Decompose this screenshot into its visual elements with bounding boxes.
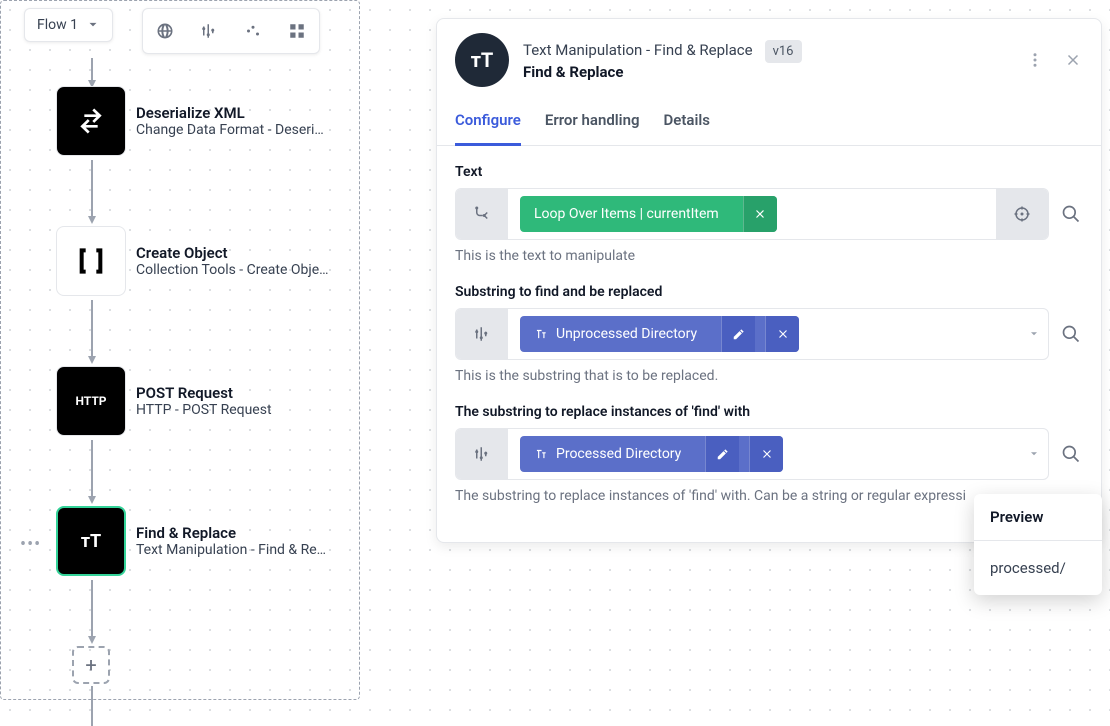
- brackets-icon: [56, 226, 126, 296]
- node-title: Find & Replace: [136, 524, 326, 542]
- flow-arrow: [88, 686, 96, 726]
- flow-arrow: [88, 300, 96, 364]
- panel-title: Find & Replace: [523, 63, 1011, 81]
- node-title: POST Request: [136, 384, 272, 402]
- edit-icon[interactable]: [705, 436, 739, 472]
- field-help: This is the text to manipulate: [455, 248, 1083, 264]
- tab-configure[interactable]: Configure: [455, 101, 521, 146]
- text-input[interactable]: Loop Over Items | currentItem: [455, 188, 1049, 240]
- field-text: Text Loop Over Items | currentItem: [455, 164, 1083, 264]
- close-button[interactable]: [1063, 50, 1083, 70]
- target-icon[interactable]: [996, 189, 1048, 239]
- http-icon: HTTP: [56, 366, 126, 436]
- search-icon[interactable]: [1059, 202, 1083, 226]
- node-deserialize-xml[interactable]: Deserialize XML Change Data Format - Des…: [56, 86, 324, 156]
- preview-popover: Preview processed/: [974, 494, 1102, 595]
- node-subtitle: Change Data Format - Deseri…: [136, 122, 324, 138]
- field-label: The substring to replace instances of 'f…: [455, 404, 1083, 420]
- find-input[interactable]: Unprocessed Directory: [455, 308, 1049, 360]
- text-icon: [534, 447, 548, 461]
- preview-title: Preview: [974, 494, 1102, 541]
- edit-icon[interactable]: [721, 316, 755, 352]
- node-create-object[interactable]: Create Object Collection Tools - Create …: [56, 226, 329, 296]
- pill-label: Processed Directory: [556, 446, 681, 462]
- node-title: Create Object: [136, 244, 329, 262]
- text-icon: [534, 327, 548, 341]
- node-config-panel: тT Text Manipulation - Find & Replace v1…: [436, 18, 1102, 543]
- node-subtitle: Collection Tools - Create Obje…: [136, 262, 329, 278]
- node-more-menu[interactable]: •••: [20, 534, 41, 555]
- search-icon[interactable]: [1059, 322, 1083, 346]
- remove-icon[interactable]: [765, 316, 799, 352]
- flow-arrow: [88, 58, 96, 88]
- remove-icon[interactable]: [743, 196, 777, 232]
- panel-tabs: Configure Error handling Details: [437, 101, 1101, 146]
- field-replace: The substring to replace instances of 'f…: [455, 404, 1083, 504]
- tab-error-handling[interactable]: Error handling: [545, 101, 640, 145]
- swap-icon: [56, 86, 126, 156]
- text-case-icon: тT: [56, 506, 126, 576]
- chevron-down-icon[interactable]: [1020, 328, 1048, 340]
- pill-label: Loop Over Items | currentItem: [520, 206, 733, 222]
- field-label: Substring to find and be replaced: [455, 284, 1083, 300]
- kebab-menu-button[interactable]: [1025, 50, 1045, 70]
- remove-icon[interactable]: [749, 436, 783, 472]
- sliders-icon: [456, 309, 508, 359]
- panel-header: тT Text Manipulation - Find & Replace v1…: [437, 19, 1101, 101]
- panel-body: Text Loop Over Items | currentItem: [437, 146, 1101, 542]
- branch-icon: [456, 189, 508, 239]
- variable-pill[interactable]: Loop Over Items | currentItem: [520, 196, 777, 232]
- preview-value: processed/: [974, 541, 1102, 595]
- field-help: This is the substring that is to be repl…: [455, 368, 1083, 384]
- field-label: Text: [455, 164, 1083, 180]
- tab-details[interactable]: Details: [664, 101, 710, 145]
- variable-pill[interactable]: Unprocessed Directory: [520, 316, 799, 352]
- node-find-replace[interactable]: тT Find & Replace Text Manipulation - Fi…: [56, 506, 326, 576]
- chevron-down-icon[interactable]: [1020, 448, 1048, 460]
- node-subtitle: HTTP - POST Request: [136, 402, 272, 418]
- node-subtitle: Text Manipulation - Find & Re…: [136, 542, 326, 558]
- pill-label: Unprocessed Directory: [556, 326, 697, 342]
- sliders-icon: [456, 429, 508, 479]
- flow-arrow: [88, 440, 96, 504]
- version-badge: v16: [765, 40, 802, 63]
- replace-input[interactable]: Processed Directory: [455, 428, 1049, 480]
- field-find: Substring to find and be replaced Unproc…: [455, 284, 1083, 384]
- text-case-icon: тT: [455, 33, 509, 87]
- add-node-button[interactable]: +: [72, 646, 110, 684]
- node-post-request[interactable]: HTTP POST Request HTTP - POST Request: [56, 366, 272, 436]
- flow-arrow: [88, 160, 96, 224]
- panel-category: Text Manipulation - Find & Replace: [523, 41, 753, 59]
- search-icon[interactable]: [1059, 442, 1083, 466]
- node-title: Deserialize XML: [136, 104, 324, 122]
- flow-arrow: [88, 580, 96, 644]
- variable-pill[interactable]: Processed Directory: [520, 436, 783, 472]
